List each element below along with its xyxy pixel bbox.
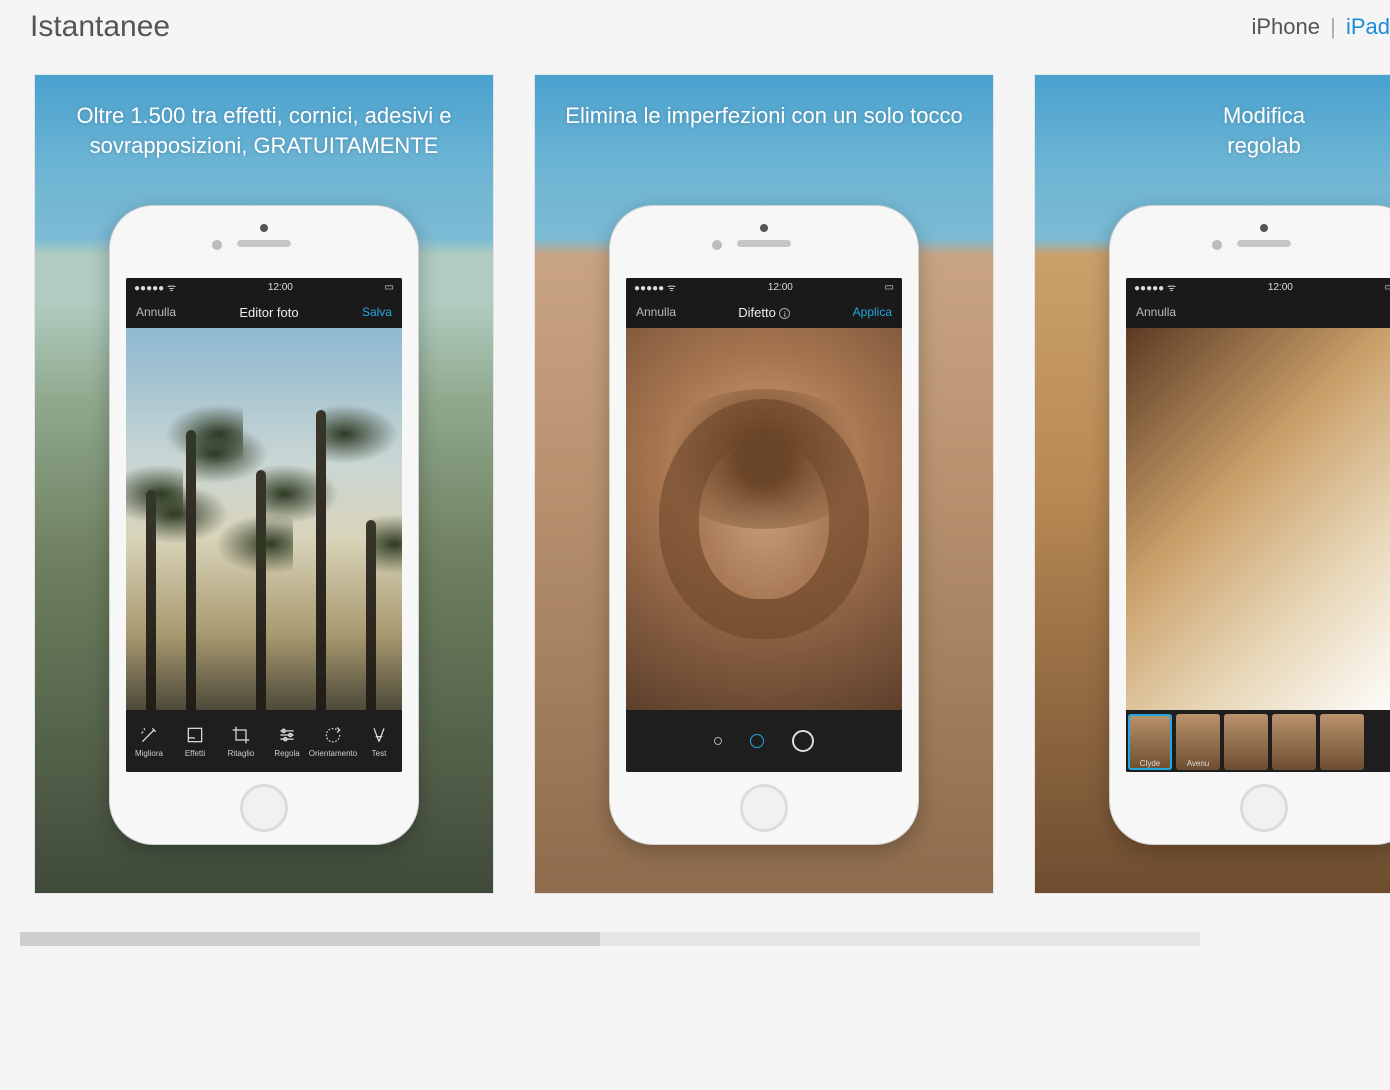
home-button-icon xyxy=(240,784,288,832)
screenshot-card[interactable]: Oltre 1.500 tra effetti, cornici, adesiv… xyxy=(34,74,494,894)
device-ipad-link[interactable]: iPad xyxy=(1346,14,1390,39)
cancel-button[interactable]: Annulla xyxy=(636,305,676,319)
battery-icon: ▭ xyxy=(385,282,394,293)
tool-label: Test xyxy=(372,749,387,758)
navbar-title: Difetto i xyxy=(738,305,790,320)
horizontal-scrollbar[interactable] xyxy=(20,932,1200,946)
phone-sensor-icon xyxy=(1212,240,1222,250)
phone-screen: ●●●●● ᯤ 12:00 ▭ Annulla Editor foto Salv… xyxy=(126,278,402,772)
cancel-button[interactable]: Annulla xyxy=(136,305,176,319)
info-icon[interactable]: i xyxy=(779,308,790,319)
phone-camera-icon xyxy=(1260,224,1268,232)
tool-adjust[interactable]: Regola xyxy=(265,725,309,758)
photo-canvas xyxy=(126,328,402,710)
device-iphone-link[interactable]: iPhone xyxy=(1251,14,1320,39)
phone-speaker-icon xyxy=(1237,240,1291,247)
save-button[interactable]: Salva xyxy=(362,305,392,319)
phone-mockup: ●●●●● ᯤ 12:00 ▭ Annulla Editor foto Salv… xyxy=(109,205,419,845)
phone-screen: ●●●●● ᯤ 12:00 ▭ Annulla Clyde Avenu xyxy=(1126,278,1390,772)
brush-small[interactable] xyxy=(714,737,722,745)
phone-speaker-icon xyxy=(737,240,791,247)
phone-sensor-icon xyxy=(212,240,222,250)
tool-enhance[interactable]: Migliora xyxy=(127,725,171,758)
filter-thumb[interactable] xyxy=(1272,714,1316,770)
scrollbar-thumb[interactable] xyxy=(20,932,600,946)
portrait-face xyxy=(699,439,829,599)
rotate-icon xyxy=(323,725,343,745)
home-button-icon xyxy=(1240,784,1288,832)
signal-icon: ●●●●● ᯤ xyxy=(1134,280,1176,294)
section-title: Istantanee xyxy=(30,10,170,44)
signal-icon: ●●●●● ᯤ xyxy=(634,280,676,294)
status-time: 12:00 xyxy=(768,282,793,293)
phone-mockup: ●●●●● ᯤ 12:00 ▭ Annulla Difetto i Applic… xyxy=(609,205,919,845)
screenshot-caption: Modifica regolab xyxy=(1035,101,1390,160)
status-bar: ●●●●● ᯤ 12:00 ▭ xyxy=(1126,278,1390,296)
tool-crop[interactable]: Ritaglio xyxy=(219,725,263,758)
tool-orientation[interactable]: Orientamento xyxy=(311,725,355,758)
photo-canvas xyxy=(626,328,902,710)
filter-strip[interactable]: Clyde Avenu xyxy=(1126,710,1390,772)
screenshot-caption: Elimina le imperfezioni con un solo tocc… xyxy=(535,101,993,131)
battery-icon: ▭ xyxy=(1385,282,1390,293)
filter-thumb[interactable] xyxy=(1320,714,1364,770)
status-time: 12:00 xyxy=(268,282,293,293)
tool-label: Effetti xyxy=(185,749,205,758)
sliders-icon xyxy=(277,725,297,745)
filter-label: Avenu xyxy=(1187,759,1210,768)
app-navbar: Annulla Difetto i Applica xyxy=(626,296,902,328)
filter-thumb[interactable]: Clyde xyxy=(1128,714,1172,770)
navbar-title: Editor foto xyxy=(239,305,298,320)
phone-camera-icon xyxy=(260,224,268,232)
tool-label: Migliora xyxy=(135,749,163,758)
text-icon xyxy=(369,725,389,745)
phone-mockup: ●●●●● ᯤ 12:00 ▭ Annulla Clyde Avenu xyxy=(1109,205,1390,845)
brush-size-selector xyxy=(626,710,902,772)
editor-toolbar: Migliora Effetti Ritaglio Regola xyxy=(126,710,402,772)
section-header: Istantanee iPhone | iPad xyxy=(30,10,1390,44)
screenshot-card[interactable]: Elimina le imperfezioni con un solo tocc… xyxy=(534,74,994,894)
palm-tree-icon xyxy=(186,430,196,710)
app-navbar: Annulla xyxy=(1126,296,1390,328)
app-navbar: Annulla Editor foto Salva xyxy=(126,296,402,328)
brush-medium[interactable] xyxy=(750,734,764,748)
tool-text[interactable]: Test xyxy=(357,725,401,758)
home-button-icon xyxy=(740,784,788,832)
wand-icon xyxy=(139,725,159,745)
apply-button[interactable]: Applica xyxy=(853,305,892,319)
signal-icon: ●●●●● ᯤ xyxy=(134,280,176,294)
tool-label: Ritaglio xyxy=(228,749,255,758)
screenshot-caption: Oltre 1.500 tra effetti, cornici, adesiv… xyxy=(35,101,493,160)
palm-tree-icon xyxy=(316,410,326,710)
palm-tree-icon xyxy=(256,470,266,710)
tool-effects[interactable]: Effetti xyxy=(173,725,217,758)
phone-camera-icon xyxy=(760,224,768,232)
filter-thumb[interactable]: Avenu xyxy=(1176,714,1220,770)
status-bar: ●●●●● ᯤ 12:00 ▭ xyxy=(126,278,402,296)
device-picker: iPhone | iPad xyxy=(1251,14,1390,40)
tool-label: Regola xyxy=(274,749,299,758)
phone-screen: ●●●●● ᯤ 12:00 ▭ Annulla Difetto i Applic… xyxy=(626,278,902,772)
crop-icon xyxy=(231,725,251,745)
phone-speaker-icon xyxy=(237,240,291,247)
filter-label: Clyde xyxy=(1140,759,1160,768)
status-time: 12:00 xyxy=(1268,282,1293,293)
effects-icon xyxy=(185,725,205,745)
filter-thumb[interactable] xyxy=(1224,714,1268,770)
photo-canvas xyxy=(1126,328,1390,710)
brush-large[interactable] xyxy=(792,730,814,752)
battery-icon: ▭ xyxy=(885,282,894,293)
cancel-button[interactable]: Annulla xyxy=(1136,305,1176,319)
status-bar: ●●●●● ᯤ 12:00 ▭ xyxy=(626,278,902,296)
palm-tree-icon xyxy=(366,520,376,710)
screenshot-gallery[interactable]: Oltre 1.500 tra effetti, cornici, adesiv… xyxy=(30,74,1390,894)
tool-label: Orientamento xyxy=(309,749,357,758)
screenshot-card[interactable]: Modifica regolab ●●●●● ᯤ 12:00 ▭ Annulla… xyxy=(1034,74,1390,894)
separator: | xyxy=(1330,14,1336,39)
phone-sensor-icon xyxy=(712,240,722,250)
